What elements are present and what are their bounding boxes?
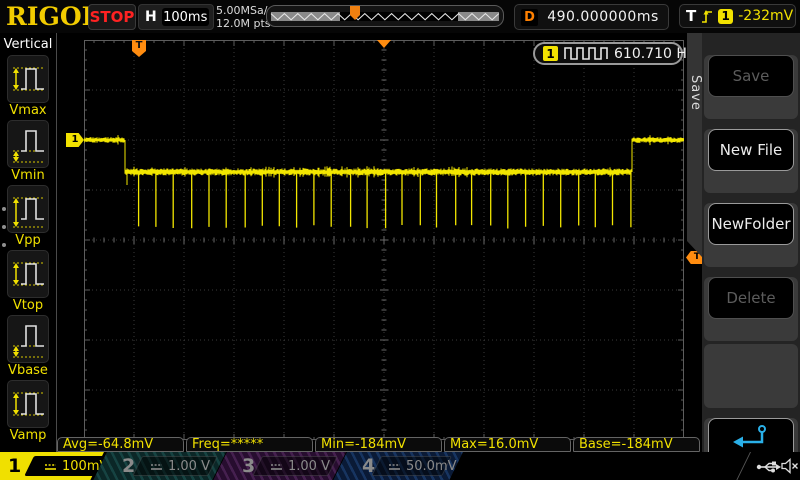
- menu-slot: Delete: [704, 277, 798, 341]
- return-arrow-icon: [728, 422, 774, 456]
- rising-edge-icon: [701, 8, 713, 25]
- measurement-bar: Avg=-64.8mVFreq=*****Min=-184mVMax=16.0m…: [57, 437, 700, 452]
- menu-slot: New File: [704, 129, 798, 193]
- menu-item-label: Vtop: [13, 298, 43, 314]
- acquisition-info: 5.00MSa/s 12.0M pts: [216, 4, 273, 30]
- channel-number: 4: [362, 454, 375, 478]
- usb-icon: [756, 459, 782, 478]
- menu-tab: Save: [687, 33, 702, 257]
- channel-scale: 50.0mV: [388, 456, 457, 476]
- menu-item-vmin[interactable]: Vmin: [0, 120, 56, 185]
- trigger-readout: T 1 -232mV: [679, 4, 796, 28]
- menu-scroll-dots: [2, 193, 6, 261]
- run-status-badge: STOP: [88, 4, 136, 30]
- channel-scale-value: 50.0mV: [406, 459, 457, 474]
- soft-menu: Save New File NewFolder Delete: [702, 33, 800, 452]
- menu-slot: Save: [704, 55, 798, 119]
- square-wave-icon: [564, 46, 608, 61]
- vtop-icon: [7, 250, 49, 298]
- left-menu: Vertical Vmax Vmin Vpp Vtop Vbase Vamp: [0, 33, 57, 452]
- channel-scale: 1.00 V: [150, 456, 210, 476]
- sample-rate: 5.00MSa/s: [216, 4, 273, 17]
- measurement-item: Avg=-64.8mV: [57, 437, 184, 452]
- timebase-value: 100ms: [162, 8, 209, 26]
- vmin-icon: [7, 120, 49, 168]
- menu-item-vbase[interactable]: Vbase: [0, 315, 56, 380]
- menu-item-vpp[interactable]: Vpp: [0, 185, 56, 250]
- menu-slot: NewFolder: [704, 203, 798, 267]
- trigger-label: T: [686, 7, 696, 25]
- channel-status-bar: 1100mV21.00 V31.00 V450.0mV: [0, 452, 800, 480]
- vmax-icon: [7, 55, 49, 103]
- waveform-display: 1 610.710 Hz T 1 T Avg=-64.8mVFreq=*****…: [57, 33, 702, 452]
- dc-coupling-icon: [270, 462, 283, 471]
- channel1-level-marker[interactable]: 1: [66, 133, 84, 147]
- button-save[interactable]: Save: [708, 55, 794, 97]
- measurement-item: Min=-184mV: [315, 437, 442, 452]
- record-position-bar[interactable]: [266, 5, 504, 27]
- menu-item-vamp[interactable]: Vamp: [0, 380, 56, 445]
- oscilloscope-screen: RIGOL STOP H 100ms 5.00MSa/s 12.0M pts D…: [0, 0, 800, 480]
- brand-logo: RIGOL: [6, 2, 99, 31]
- button-newfolder[interactable]: NewFolder: [708, 203, 794, 245]
- memory-depth: 12.0M pts: [216, 17, 273, 30]
- measurement-item: Freq=*****: [186, 437, 313, 452]
- channel-number: 1: [8, 454, 21, 478]
- channel-number: 2: [122, 454, 135, 478]
- menu-title: Vertical: [0, 33, 56, 55]
- timebase-label: H: [145, 9, 157, 25]
- trigger-source-badge: 1: [718, 9, 733, 24]
- dc-coupling-icon: [388, 462, 401, 471]
- menu-item-label: Vbase: [8, 363, 48, 379]
- menu-item-label: Vmin: [11, 168, 44, 184]
- speaker-muted-icon: [781, 458, 799, 478]
- channel-scale: 1.00 V: [270, 456, 330, 476]
- channel-scale-value: 1.00 V: [168, 459, 210, 474]
- horizontal-timebase[interactable]: H 100ms: [138, 4, 214, 30]
- measurement-item: Max=16.0mV: [444, 437, 571, 452]
- graticule: [84, 40, 684, 440]
- menu-tab-label: Save: [688, 75, 703, 111]
- vpp-icon: [7, 185, 49, 233]
- menu-item-label: Vpp: [15, 233, 40, 249]
- menu-item-vtop[interactable]: Vtop: [0, 250, 56, 315]
- frequency-counter: 1 610.710 Hz: [533, 42, 683, 65]
- button-delete[interactable]: Delete: [708, 277, 794, 319]
- measurement-item: Base=-184mV: [573, 437, 700, 452]
- menu-item-label: Vamp: [10, 428, 47, 444]
- channel-scale-value: 1.00 V: [288, 459, 330, 474]
- separator: [736, 452, 751, 480]
- dc-coupling-icon: [150, 462, 163, 471]
- button-new-file[interactable]: New File: [708, 129, 794, 171]
- delay-label: D: [521, 9, 538, 26]
- menu-item-vmax[interactable]: Vmax: [0, 55, 56, 120]
- counter-value: 610.710 Hz: [614, 46, 694, 62]
- top-bar: RIGOL STOP H 100ms 5.00MSa/s 12.0M pts D…: [0, 0, 800, 34]
- dc-coupling-icon: [44, 462, 57, 471]
- horizontal-center-marker: [377, 40, 391, 48]
- menu-item-label: Vmax: [9, 103, 46, 119]
- delay-readout: D 490.000000ms: [514, 4, 669, 30]
- vamp-icon: [7, 380, 49, 428]
- menu-slot: [704, 344, 798, 408]
- vbase-icon: [7, 315, 49, 363]
- delay-value: 490.000000ms: [538, 9, 668, 25]
- channel-number: 3: [242, 454, 255, 478]
- counter-channel-badge: 1: [543, 46, 558, 61]
- trigger-level-value: -232mV: [738, 8, 793, 24]
